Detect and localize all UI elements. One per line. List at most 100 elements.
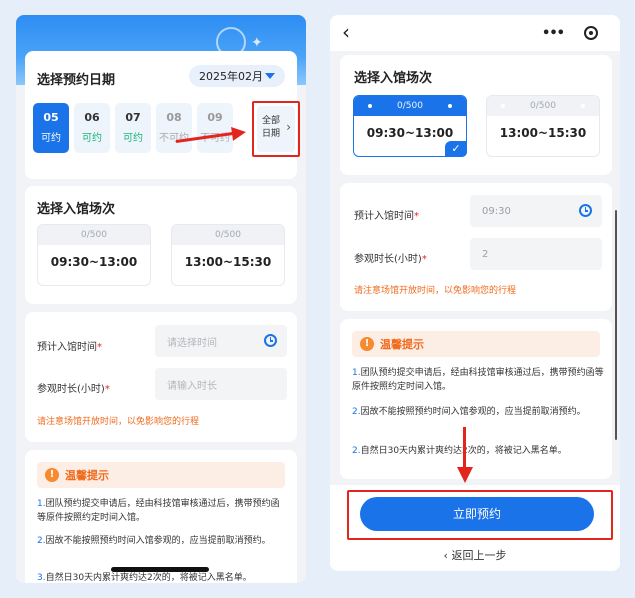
day-number: 06 (84, 111, 100, 124)
day-status: 可约 (82, 133, 102, 144)
duration-input[interactable]: 2 (470, 238, 602, 270)
entry-time-input[interactable]: 请选择时间 (155, 325, 287, 357)
nav-bar: ‹ ••• (330, 15, 620, 51)
tips-header: ! 温馨提示 (37, 462, 285, 488)
tip-1: 1.团队预约提交申请后，经由科技馆审核通过后，携带预约函等原件按照约定时间入馆。 (37, 497, 287, 525)
day-08[interactable]: 08 不可约 (156, 103, 192, 153)
day-09[interactable]: 09 不可约 (197, 103, 233, 153)
tips-header: ! 温馨提示 (352, 331, 600, 357)
tip-text: 因故不能按照预约时间入馆参观的，应当提前取消预约。 (360, 407, 586, 417)
home-indicator (111, 567, 209, 572)
entry-time-label: 预计入馆时间* (354, 207, 419, 222)
tip-2: 2.因故不能按照预约时间入馆参观的，应当提前取消预约。 (37, 534, 287, 548)
slot-afternoon[interactable]: 0/500 13:00~15:30 (171, 224, 285, 286)
slot-time: 13:00~15:30 (499, 126, 587, 140)
mini-program-capsule: ••• (534, 22, 610, 44)
tip-number: 1. (352, 368, 361, 378)
slot-capacity-text: 0/500 (397, 101, 423, 111)
day-status: 可约 (123, 133, 143, 144)
month-selector[interactable]: 2025年02月 (189, 65, 285, 87)
tips-title: 温馨提示 (65, 469, 109, 482)
session-card: 选择入馆场次 0/500 09:30~13:00 ✓ 0/500 13:00~1… (340, 55, 612, 175)
day-number: 09 (207, 111, 223, 124)
tip-2: 2.因故不能按照预约时间入馆参观的，应当提前取消预约。 (352, 405, 604, 419)
required-mark: * (414, 211, 419, 222)
close-target-icon[interactable] (584, 26, 598, 40)
tip-number: 2. (37, 536, 46, 546)
tips-card: ! 温馨提示 1.团队预约提交申请后，经由科技馆审核通过后，携带预约函等原件按照… (25, 450, 297, 583)
back-step-link[interactable]: ‹ 返回上一步 (330, 547, 620, 563)
required-mark: * (97, 342, 102, 353)
day-number: 08 (166, 111, 182, 124)
duration-text: 参观时长(小时) (354, 254, 422, 265)
slot-capacity: 0/500 (354, 96, 466, 116)
clock-icon (579, 204, 592, 217)
slot-capacity-text: 0/500 (530, 101, 556, 111)
warning-icon: ! (360, 337, 374, 351)
duration-label: 参观时长(小时)* (354, 250, 427, 265)
more-icon[interactable]: ••• (534, 26, 572, 41)
slot-capacity: 0/500 (38, 225, 150, 245)
required-mark: * (104, 384, 110, 395)
tips-title: 温馨提示 (380, 338, 424, 351)
left-screen: ✦ 选择预约日期 2025年02月 05 可约 06 可约 07 可约 08 不… (16, 15, 306, 583)
slot-time: 09:30~13:00 (50, 255, 138, 269)
entry-time-label: 预计入馆时间* (37, 338, 102, 353)
session-card: 选择入馆场次 0/500 09:30~13:00 0/500 13:00~15:… (25, 186, 297, 304)
duration-value: 2 (482, 248, 489, 260)
back-step-text: 返回上一步 (451, 549, 507, 562)
session-card-title: 选择入馆场次 (354, 71, 433, 86)
duration-text: 参观时长(小时) (37, 384, 105, 395)
annotation-arrow (463, 427, 466, 469)
slot-morning-selected[interactable]: 0/500 09:30~13:00 ✓ (353, 95, 467, 157)
opening-hours-warning: 请注意场馆开放时间，以免影响您的行程 (37, 417, 200, 427)
back-icon[interactable]: ‹ (342, 20, 350, 44)
slot-afternoon[interactable]: 0/500 13:00~15:30 (486, 95, 600, 157)
day-06[interactable]: 06 可约 (74, 103, 110, 153)
day-number: 05 (43, 111, 59, 124)
slot-dot (501, 104, 505, 108)
duration-input[interactable]: 请输入时长 (155, 368, 287, 400)
tip-text: 因故不能按照预约时间入馆参观的，应当提前取消预约。 (45, 536, 271, 546)
day-07[interactable]: 07 可约 (115, 103, 151, 153)
tip-1: 1.团队预约提交申请后，经由科技馆审核通过后，携带预约函等原件按照约定时间入馆。 (352, 366, 604, 394)
tip-number: 2. (352, 446, 361, 456)
scrollbar[interactable] (615, 210, 617, 440)
banner-star-icon: ✦ (251, 35, 263, 51)
slot-capacity: 0/500 (172, 225, 284, 245)
form-card: 预计入馆时间* 09:30 参观时长(小时)* 2 请注意场馆开放时间，以免影响… (340, 183, 612, 311)
slot-dot (581, 104, 585, 108)
slot-morning[interactable]: 0/500 09:30~13:00 (37, 224, 151, 286)
required-mark: * (421, 254, 427, 265)
entry-time-text: 预计入馆时间 (37, 342, 97, 353)
tip-text: 团队预约提交申请后，经由科技馆审核通过后，携带预约函等原件按照约定时间入馆。 (352, 368, 604, 392)
annotation-arrow-head (457, 467, 473, 483)
duration-label: 参观时长(小时)* (37, 380, 110, 395)
opening-hours-warning: 请注意场馆开放时间，以免影响您的行程 (354, 286, 517, 296)
check-icon: ✓ (445, 141, 467, 157)
highlight-box-book-now (347, 490, 613, 540)
date-card: 选择预约日期 2025年02月 05 可约 06 可约 07 可约 08 不可约… (25, 51, 300, 179)
entry-time-value: 09:30 (482, 205, 511, 217)
slot-time: 13:00~15:30 (184, 255, 272, 269)
tips-card: ! 温馨提示 1.团队预约提交申请后，经由科技馆审核通过后，携带预约函等原件按照… (340, 319, 612, 479)
tip-number: 2. (352, 407, 361, 417)
session-card-title: 选择入馆场次 (37, 202, 116, 217)
caret-down-icon (265, 73, 275, 79)
day-05[interactable]: 05 可约 (33, 103, 69, 153)
entry-time-text: 预计入馆时间 (354, 211, 414, 222)
slot-time: 09:30~13:00 (366, 126, 454, 140)
clock-icon (264, 334, 277, 347)
duration-placeholder: 请输入时长 (167, 380, 217, 392)
day-number: 07 (125, 111, 141, 124)
tip-number: 3. (37, 573, 46, 583)
tip-3: 2.自然日30天内累计爽约达2次的，将被记入黑名单。 (352, 444, 604, 458)
highlight-box-all-dates (252, 101, 300, 157)
month-label: 2025年02月 (199, 70, 263, 83)
tip-text: 团队预约提交申请后，经由科技馆审核通过后，携带预约函等原件按照约定时间入馆。 (37, 499, 280, 523)
slot-dot (368, 104, 372, 108)
slot-dot (448, 104, 452, 108)
right-screen: ‹ ••• 选择入馆场次 0/500 09:30~13:00 ✓ 0/500 1… (330, 15, 620, 571)
entry-time-input[interactable]: 09:30 (470, 195, 602, 227)
day-status: 可约 (41, 133, 61, 144)
